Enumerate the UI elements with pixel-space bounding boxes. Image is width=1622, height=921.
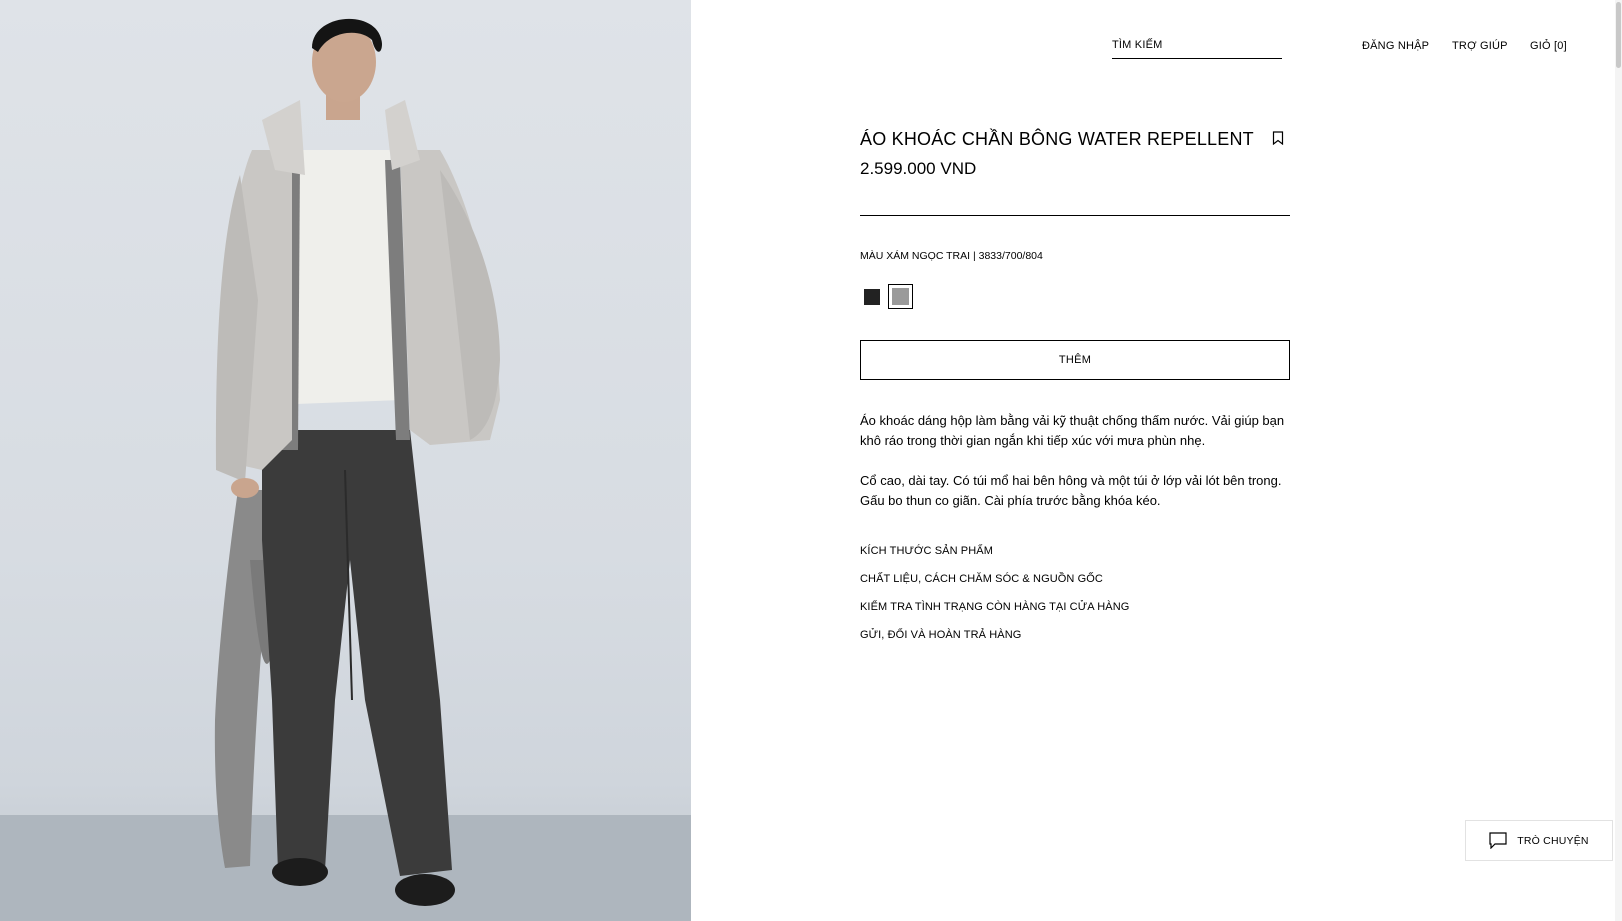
help-link[interactable]: TRỢ GIÚP [1452, 40, 1508, 52]
cart-link[interactable]: GIỎ [0] [1530, 40, 1567, 52]
product-description-2: Cổ cao, dài tay. Có túi mổ hai bên hông … [860, 473, 1282, 508]
shipping-returns-link[interactable]: GỬI, ĐỔI VÀ HOÀN TRẢ HÀNG [860, 629, 1021, 641]
product-photo[interactable] [0, 0, 691, 921]
bookmark-icon[interactable] [1272, 131, 1284, 145]
product-description-1: Áo khoác dáng hộp làm bằng vải kỹ thuật … [860, 413, 1285, 448]
page-scrollbar[interactable] [1615, 0, 1622, 921]
chat-button[interactable]: TRÒ CHUYỆN [1465, 820, 1613, 861]
add-to-cart-button[interactable]: THÊM [860, 340, 1290, 380]
store-availability-link[interactable]: KIỂM TRA TÌNH TRẠNG CÒN HÀNG TẠI CỬA HÀN… [860, 601, 1129, 613]
product-title: ÁO KHOÁC CHẦN BÔNG WATER REPELLENT [860, 129, 1254, 149]
composition-care-link[interactable]: CHẤT LIỆU, CÁCH CHĂM SÓC & NGUỒN GỐC [860, 573, 1103, 585]
chat-icon [1489, 832, 1507, 849]
login-link[interactable]: ĐĂNG NHẬP [1362, 40, 1429, 52]
color-label: MÀU XÁM NGỌC TRAI | 3833/700/804 [860, 250, 1043, 262]
model-illustration [0, 18, 691, 921]
chat-label: TRÒ CHUYỆN [1517, 834, 1589, 847]
size-guide-link[interactable]: KÍCH THƯỚC SẢN PHẨM [860, 545, 993, 557]
color-swatch-black[interactable] [864, 289, 880, 305]
scrollbar-thumb[interactable] [1616, 2, 1621, 68]
divider [860, 215, 1290, 216]
product-price: 2.599.000 VND [860, 159, 977, 178]
color-swatch-pearl-grey[interactable] [888, 284, 913, 309]
search-input[interactable]: TÌM KIẾM [1112, 38, 1282, 59]
